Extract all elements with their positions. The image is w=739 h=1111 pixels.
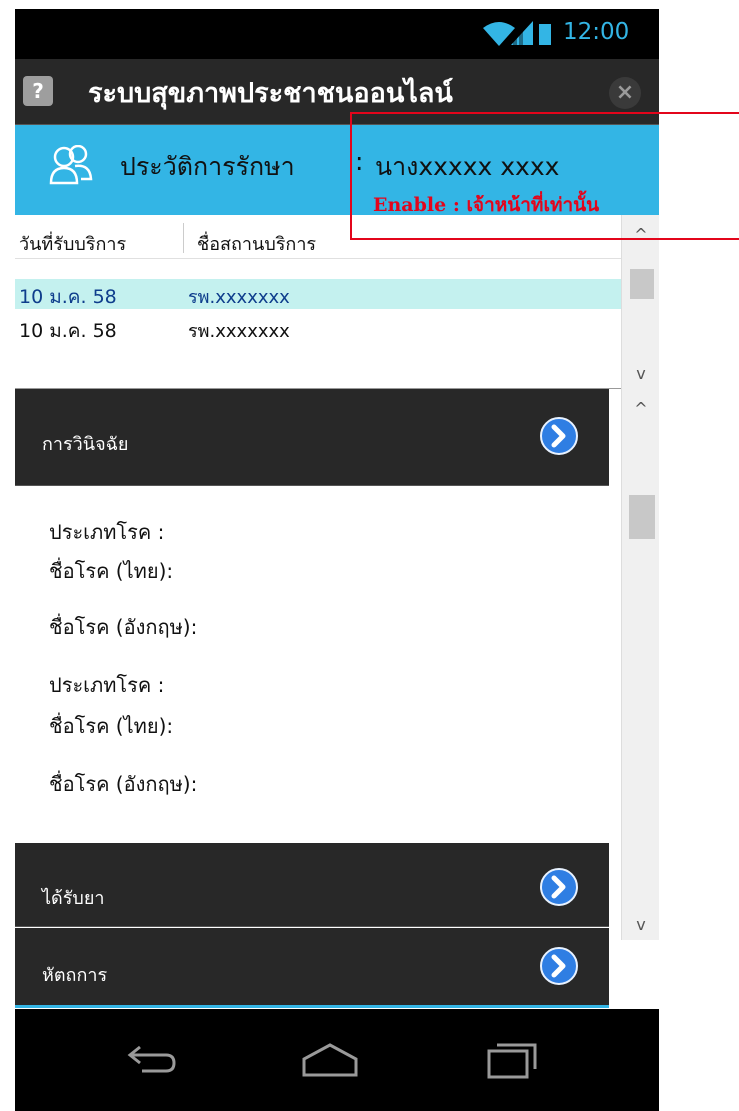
column-divider [183, 223, 184, 253]
diagnosis-title: การวินิจฉัย [42, 434, 129, 455]
disease-name-english-label: ชื่อโรค (อังกฤษ): [49, 615, 198, 639]
disease-name-thai-label: ชื่อโรค (ไทย): [49, 714, 174, 738]
status-time: 12:00 [563, 19, 630, 45]
app-title: ระบบสุขภาพประชาชนออนไลน์ [88, 78, 453, 109]
medication-section-header[interactable]: ได้รับยา [15, 843, 609, 927]
disease-type-label: ประเภทโรค : [49, 673, 165, 697]
disease-name-english-label: ชื่อโรค (อังกฤษ): [49, 772, 198, 796]
chevron-right-circle-icon[interactable] [539, 416, 579, 456]
table-row[interactable]: 10 ม.ค. 58 รพ.xxxxxxx [15, 279, 621, 309]
system-nav-bar [15, 1009, 659, 1111]
back-icon[interactable] [120, 1037, 180, 1081]
battery-icon [539, 24, 551, 45]
scroll-up-icon[interactable]: ^ [622, 399, 659, 418]
home-icon[interactable] [300, 1037, 360, 1081]
diagnosis-section-header[interactable]: การวินิจฉัย [15, 389, 609, 486]
signal-icon [511, 21, 533, 45]
disease-name-thai-label: ชื่อโรค (ไทย): [49, 559, 174, 583]
scroll-down-icon[interactable]: v [622, 364, 659, 383]
row-date: 10 ม.ค. 58 [19, 286, 117, 308]
column-header-date[interactable]: วันที่รับบริการ [19, 229, 126, 258]
page-title: ประวัติการรักษา [120, 152, 295, 181]
column-header-facility[interactable]: ชื่อสถานบริการ [197, 229, 316, 258]
table-scrollbar[interactable]: ^ v [621, 215, 659, 389]
table-row[interactable]: 10 ม.ค. 58 รพ.xxxxxxx [15, 313, 621, 343]
close-icon[interactable]: × [609, 77, 641, 109]
detail-panel: การวินิจฉัย ประเภทโรค : ชื่อโรค (ไทย): ช… [15, 389, 659, 1009]
recent-apps-icon[interactable] [481, 1037, 541, 1081]
procedure-section-header[interactable]: หัตถการ [15, 928, 609, 1008]
row-date: 10 ม.ค. 58 [19, 320, 117, 342]
row-facility: รพ.xxxxxxx [188, 287, 290, 308]
scroll-thumb[interactable] [630, 269, 654, 299]
scroll-down-icon[interactable]: v [622, 915, 659, 934]
chevron-right-circle-icon[interactable] [539, 946, 579, 986]
procedure-title: หัตถการ [42, 965, 108, 986]
row-facility: รพ.xxxxxxx [188, 321, 290, 342]
annotation-note: Enable : เจ้าหน้าที่เท่านั้น [373, 194, 600, 216]
users-icon [49, 145, 93, 185]
annotation-box [350, 112, 739, 240]
treatment-history-table: วันที่รับบริการ ชื่อสถานบริการ 10 ม.ค. 5… [15, 215, 659, 389]
diagnosis-content: ประเภทโรค : ชื่อโรค (ไทย): ชื่อโรค (อังก… [15, 486, 621, 841]
medication-title: ได้รับยา [42, 888, 105, 909]
chevron-right-circle-icon[interactable] [539, 867, 579, 907]
help-icon[interactable]: ? [23, 76, 53, 106]
disease-type-label: ประเภทโรค : [49, 520, 165, 544]
detail-scrollbar[interactable]: ^ v [621, 389, 659, 940]
status-bar: 12:00 [15, 9, 659, 59]
scroll-thumb[interactable] [629, 495, 655, 539]
